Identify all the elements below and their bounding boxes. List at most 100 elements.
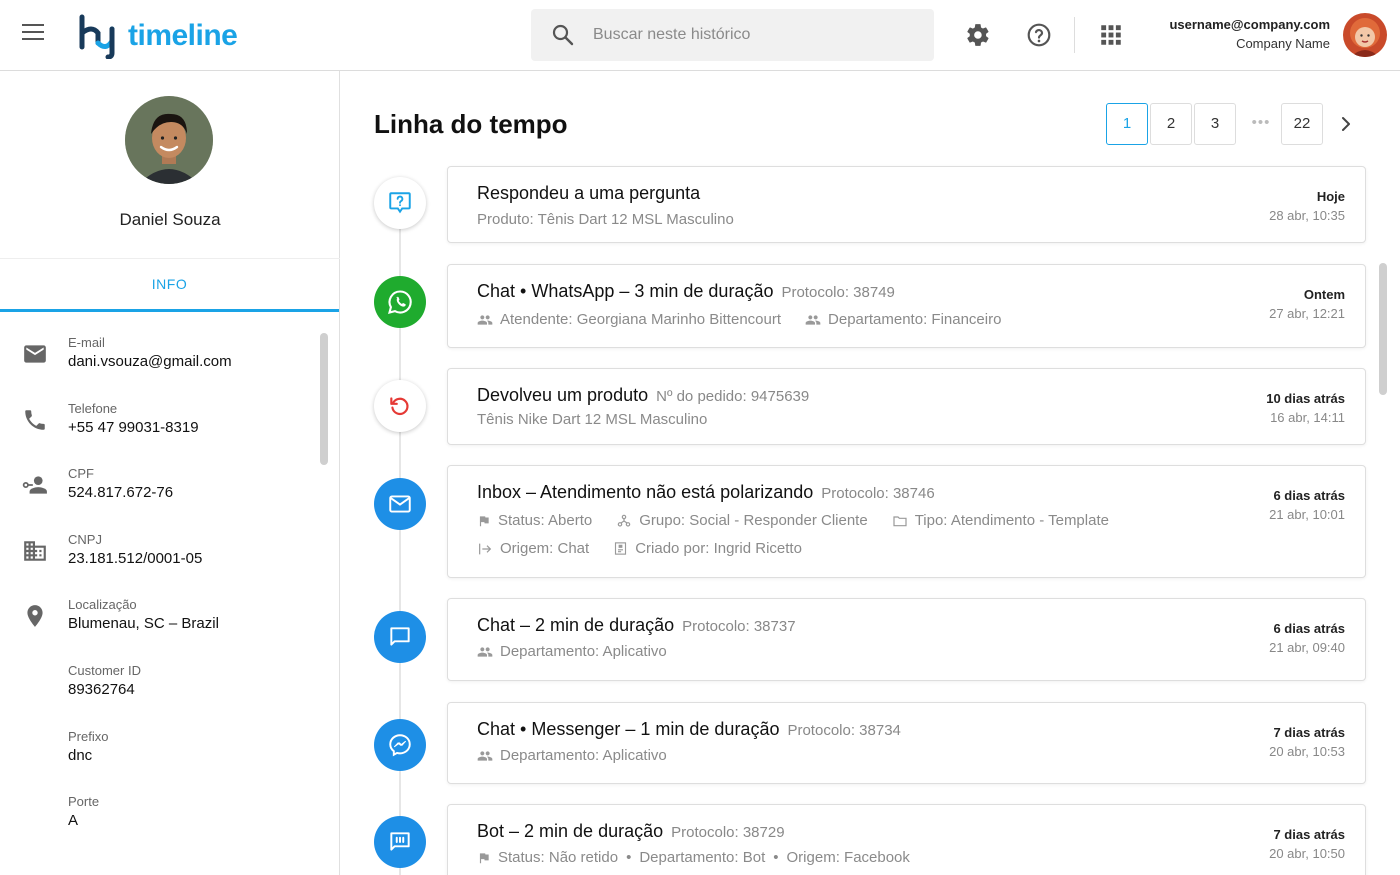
field-email[interactable]: E-mail dani.vsouza@gmail.com (0, 331, 320, 397)
profile-tabs: INFO (0, 258, 340, 312)
event-meta: Departamento: Aplicativo (477, 747, 691, 764)
event-protocol: Protocolo: 38729 (671, 824, 785, 841)
event-time: 7 dias atrás 20 abr, 10:50 (1269, 827, 1345, 861)
event-meta: Status: Aberto Grupo: Social - Responder… (477, 512, 1133, 529)
timeline-scrollbar[interactable] (1379, 263, 1387, 395)
field-location[interactable]: Localização Blumenau, SC – Brazil (0, 593, 320, 659)
field-label: Customer ID (68, 662, 141, 678)
top-bar: timeline username@company.com Company Na… (0, 0, 1400, 71)
bot-icon (374, 816, 426, 868)
profile-avatar (125, 96, 213, 184)
event-meta: Origem: Chat Criado por: Ingrid Ricetto (477, 540, 826, 557)
field-prefix[interactable]: Prefixo dnc (0, 725, 320, 791)
people-icon (477, 646, 493, 657)
timeline-event[interactable]: Respondeu a uma pergunta Produto: Tênis … (447, 166, 1366, 243)
timeline-event[interactable]: Chat • WhatsApp – 3 min de duração Protoc… (447, 264, 1366, 348)
field-phone[interactable]: Telefone +55 47 99031-8319 (0, 397, 320, 463)
event-time-absolute: 21 abr, 10:01 (1269, 507, 1345, 522)
event-title: Inbox – Atendimento não está polarizando… (477, 482, 935, 502)
sidebar-scrollbar[interactable] (320, 333, 328, 465)
event-title: Chat • WhatsApp – 3 min de duração Protoc… (477, 281, 895, 301)
field-label: Prefixo (68, 728, 109, 744)
event-time-relative: 7 dias atrás (1273, 725, 1345, 740)
flag-icon (479, 852, 489, 863)
user-email: username@company.com (1169, 17, 1330, 32)
page-1-button[interactable]: 1 (1106, 103, 1148, 145)
folder-icon (893, 515, 907, 526)
field-value: 524.817.672-76 (68, 484, 174, 502)
return-icon (374, 380, 426, 432)
gear-icon[interactable] (965, 22, 991, 48)
event-title: Respondeu a uma pergunta (477, 183, 701, 203)
field-cpf[interactable]: CPF 524.817.672-76 (0, 462, 320, 528)
event-time-absolute: 21 abr, 09:40 (1269, 640, 1345, 655)
event-time: Ontem 27 abr, 12:21 (1269, 287, 1345, 321)
location-icon (27, 605, 43, 628)
timeline-event[interactable]: Chat – 2 min de duração Protocolo: 38737 … (447, 598, 1366, 681)
event-time: 10 dias atrás 16 abr, 14:11 (1266, 391, 1345, 425)
event-time-absolute: 28 abr, 10:35 (1269, 208, 1345, 223)
event-title: Devolveu um produto Nº do pedido: 9475639 (477, 385, 810, 405)
logo-text: timeline (128, 19, 238, 52)
field-value: dnc (68, 746, 93, 764)
event-title: Bot – 2 min de duração Protocolo: 38729 (477, 821, 785, 841)
profile-fields: E-mail dani.vsouza@gmail.com Telefone +5… (0, 331, 320, 856)
profile-name: Daniel Souza (119, 210, 221, 229)
page-last-button[interactable]: 22 (1281, 103, 1323, 145)
field-label: Porte (68, 794, 100, 810)
building-icon (24, 541, 46, 561)
chevron-right-icon[interactable] (1334, 112, 1358, 136)
timeline-event[interactable]: Devolveu um produto Nº do pedido: 9475639… (447, 368, 1366, 445)
page-3-button[interactable]: 3 (1194, 103, 1236, 145)
timeline-event[interactable]: Bot – 2 min de duração Protocolo: 38729 S… (447, 804, 1366, 875)
field-value: 23.181.512/0001-05 (68, 549, 203, 567)
event-meta: Status: Não retido • Departamento: Bot •… (477, 849, 910, 866)
profile-sidebar: Daniel Souza INFO E-mail dani.vsouza@gma… (0, 71, 340, 875)
people-icon (477, 314, 493, 325)
separator-dot: • (626, 849, 632, 866)
user-company: Company Name (1236, 36, 1330, 51)
separator-dot: • (773, 849, 779, 866)
search-box[interactable] (531, 9, 934, 61)
email-icon (24, 345, 46, 363)
search-input[interactable] (593, 9, 923, 61)
field-customer-id[interactable]: Customer ID 89362764 (0, 659, 320, 725)
event-subtitle: Produto: Tênis Dart 12 MSL Masculino (477, 211, 734, 228)
timeline-event[interactable]: Chat • Messenger – 1 min de duração Proto… (447, 702, 1366, 784)
field-cnpj[interactable]: CNPJ 23.181.512/0001-05 (0, 528, 320, 594)
event-time-relative: 6 dias atrás (1273, 621, 1345, 636)
user-block[interactable]: username@company.com Company Name (1169, 17, 1330, 51)
field-size[interactable]: Porte A (0, 790, 320, 856)
menu-icon[interactable] (22, 24, 48, 46)
person-key-icon (22, 476, 47, 494)
event-time: 6 dias atrás 21 abr, 09:40 (1269, 621, 1345, 655)
messenger-icon (374, 719, 426, 771)
field-value: dani.vsouza@gmail.com (68, 353, 232, 370)
toolbar-divider (1074, 17, 1075, 53)
logo[interactable]: timeline (78, 12, 238, 60)
event-time-relative: Hoje (1316, 189, 1345, 204)
field-value: Blumenau, SC – Brazil (68, 615, 219, 633)
help-icon[interactable] (1026, 22, 1052, 48)
event-time-relative: Ontem (1303, 287, 1345, 302)
event-meta: Departamento: Aplicativo (477, 643, 691, 660)
origin-icon (479, 543, 492, 554)
whatsapp-icon (374, 276, 426, 328)
user-avatar[interactable] (1343, 13, 1387, 57)
event-time-absolute: 16 abr, 14:11 (1270, 410, 1345, 425)
ellipsis-icon: ••• (1251, 114, 1271, 131)
page-2-button[interactable]: 2 (1150, 103, 1192, 145)
event-time-relative: 10 dias atrás (1266, 391, 1345, 406)
phone-icon (25, 409, 45, 430)
event-protocol: Protocolo: 38737 (682, 618, 796, 635)
apps-grid-icon[interactable] (1098, 22, 1124, 48)
event-title: Chat • Messenger – 1 min de duração Proto… (477, 719, 901, 739)
mail-icon (374, 478, 426, 530)
field-label: CNPJ (68, 531, 102, 547)
timeline-panel: Linha do tempo 1 2 3 ••• 22 Respondeu a … (341, 71, 1400, 875)
timeline-event[interactable]: Inbox – Atendimento não está polarizando… (447, 465, 1366, 578)
chat-icon (374, 611, 426, 663)
tab-info[interactable]: INFO (0, 259, 339, 312)
event-time: 6 dias atrás 21 abr, 10:01 (1269, 488, 1345, 522)
event-time: Hoje 28 abr, 10:35 (1269, 189, 1345, 223)
